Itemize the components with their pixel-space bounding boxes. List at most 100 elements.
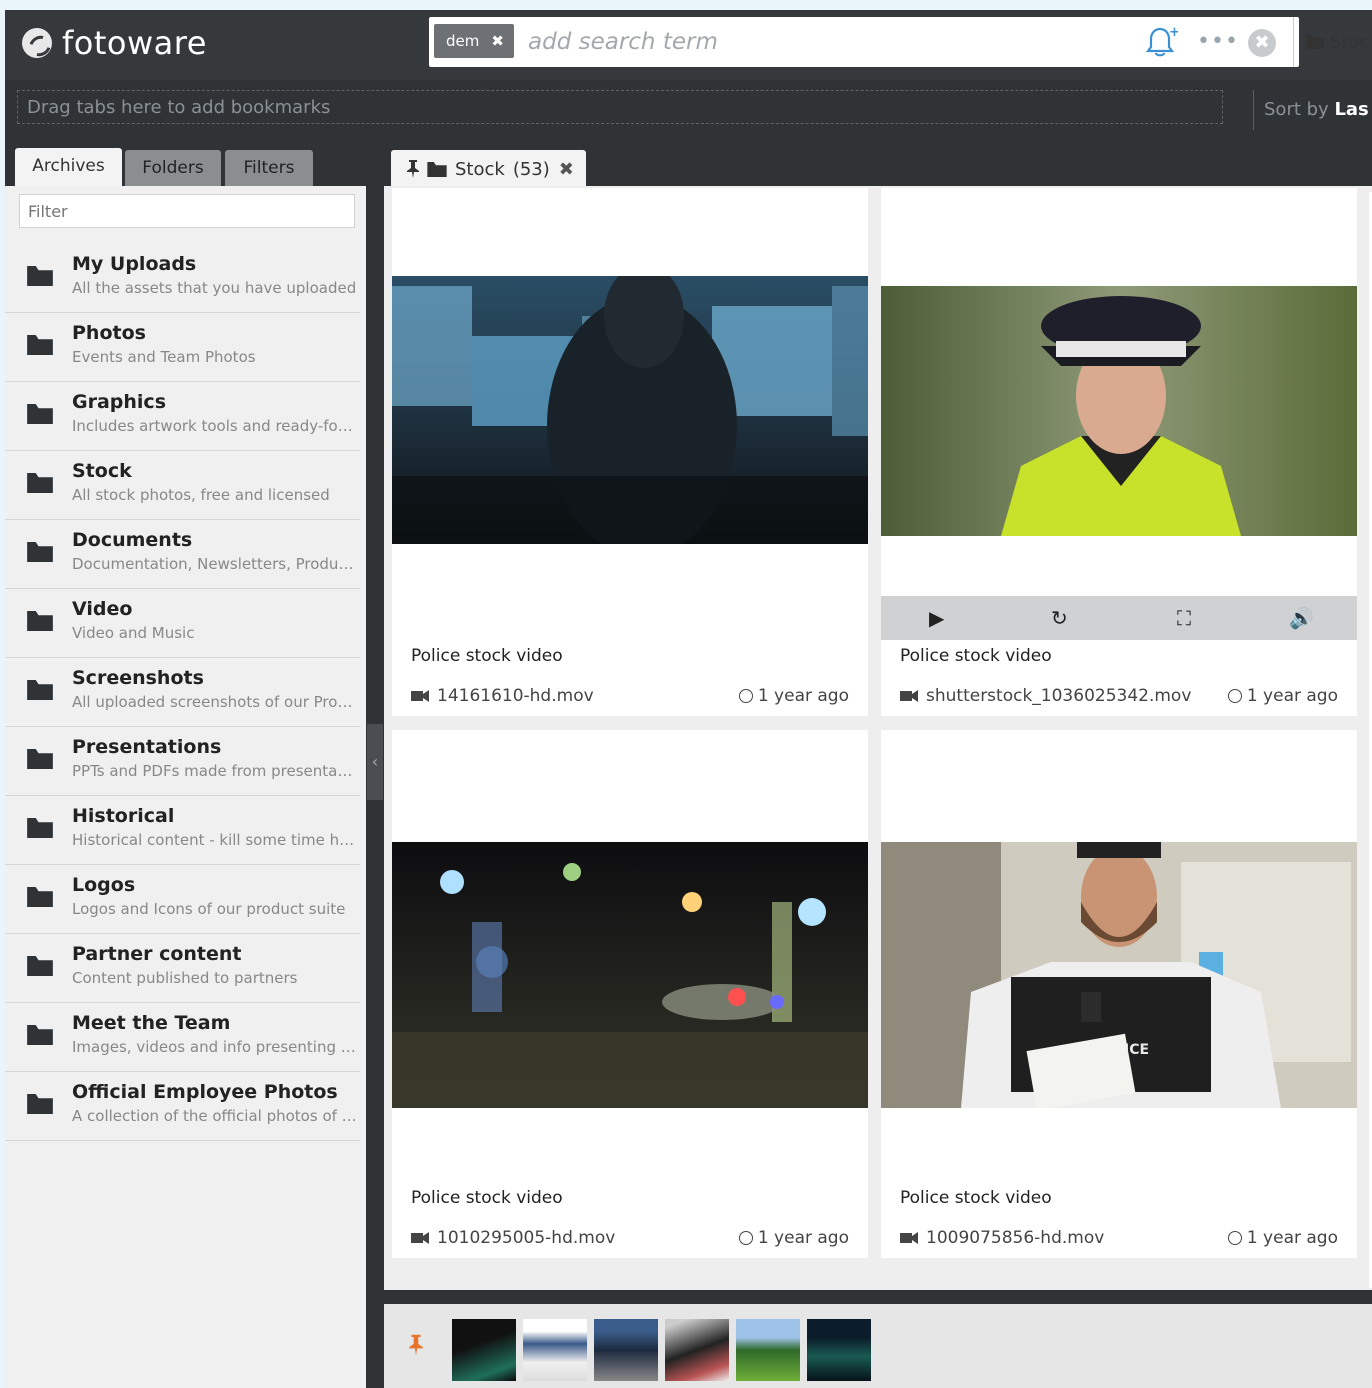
bell-plus-icon[interactable]: + xyxy=(1142,25,1178,59)
archive-item[interactable]: Partner content Content published to part… xyxy=(5,934,360,1003)
asset-time-text: 1 year ago xyxy=(1246,1228,1338,1248)
top-bar: fotoware dem ✖ + ••• ✖ Stoc xyxy=(5,10,1372,80)
bookmarks-dropzone[interactable]: Drag tabs here to add bookmarks xyxy=(17,90,1223,124)
asset-thumbnail[interactable] xyxy=(392,842,868,1108)
volume-icon[interactable]: 🔊 xyxy=(1289,606,1314,630)
archive-name: Official Employee Photos xyxy=(72,1081,338,1103)
tab-folders[interactable]: Folders xyxy=(125,150,221,186)
folder-icon xyxy=(427,161,447,177)
archive-description: Images, videos and info presenting the t… xyxy=(72,1038,357,1056)
lightbox-thumbnail[interactable] xyxy=(665,1319,729,1381)
archive-item[interactable]: Official Employee Photos A collection of … xyxy=(5,1072,360,1141)
search-input[interactable] xyxy=(526,26,1090,58)
asset-card[interactable]: ▶ ↻ ⛶ 🔊 Police stock video shutterstock_… xyxy=(881,188,1357,716)
archive-name: Stock xyxy=(72,460,132,482)
archive-item[interactable]: Screenshots All uploaded screenshots of o… xyxy=(5,658,360,727)
lightbox-thumbnail[interactable] xyxy=(523,1319,587,1381)
archive-name: Historical xyxy=(72,805,175,827)
archive-item[interactable]: Logos Logos and Icons of our product suit… xyxy=(5,865,360,934)
lightbox-thumbnail[interactable] xyxy=(736,1319,800,1381)
lightbox-thumbnail[interactable] xyxy=(807,1319,871,1381)
archive-item[interactable]: Video Video and Music xyxy=(5,589,360,658)
clear-search-icon[interactable]: ✖ xyxy=(1248,29,1276,57)
archive-item[interactable]: My Uploads All the assets that you have u… xyxy=(5,244,360,313)
tab-stock-count: (53) xyxy=(512,158,550,180)
asset-time: 1 year ago xyxy=(1227,1228,1338,1248)
lightbox-strip xyxy=(384,1304,1372,1388)
clock-icon xyxy=(1227,689,1242,703)
archive-item[interactable]: Documents Documentation, Newsletters, Pro… xyxy=(5,520,360,589)
collapse-panel-button[interactable]: ‹ xyxy=(367,724,383,800)
archive-description: Content published to partners xyxy=(72,969,298,987)
search-chip[interactable]: dem ✖ xyxy=(434,24,514,58)
archive-item[interactable]: Historical Historical content - kill some… xyxy=(5,796,360,865)
asset-filename: 14161610-hd.mov xyxy=(411,686,594,706)
pin-icon[interactable] xyxy=(408,1334,424,1361)
video-camera-icon xyxy=(411,1232,429,1244)
asset-thumbnail[interactable]: POLICE xyxy=(881,842,1357,1108)
asset-thumbnail[interactable] xyxy=(881,286,1357,536)
more-options-icon[interactable]: ••• xyxy=(1197,31,1239,53)
asset-card[interactable]: Police stock video 14161610-hd.mov 1 yea… xyxy=(392,188,868,716)
clock-icon xyxy=(1227,1231,1242,1245)
sort-by[interactable]: Sort by Las xyxy=(1253,90,1369,130)
archive-filter-input[interactable] xyxy=(19,194,355,228)
search-scope[interactable]: Stoc xyxy=(1293,17,1369,67)
archive-item[interactable]: Photos Events and Team Photos xyxy=(5,313,360,382)
folder-icon xyxy=(27,749,53,769)
archive-name: Screenshots xyxy=(72,667,204,689)
asset-filename-text: 1010295005-hd.mov xyxy=(437,1228,616,1248)
fotoware-logo[interactable]: fotoware xyxy=(22,23,207,63)
bookmarks-bar: Drag tabs here to add bookmarks Sort by … xyxy=(5,80,1372,146)
folder-icon xyxy=(27,404,53,424)
asset-time-text: 1 year ago xyxy=(757,686,849,706)
archive-item[interactable]: Meet the Team Images, videos and info pre… xyxy=(5,1003,360,1072)
video-player-controls: ▶ ↻ ⛶ 🔊 xyxy=(881,596,1357,640)
archive-description: Historical content - kill some time here xyxy=(72,831,357,849)
sort-by-value: Las xyxy=(1334,99,1369,120)
tab-filters[interactable]: Filters xyxy=(225,150,313,186)
archive-item[interactable]: Graphics Includes artwork tools and ready… xyxy=(5,382,360,451)
lightbox-thumbnail[interactable] xyxy=(594,1319,658,1381)
archive-description: Video and Music xyxy=(72,624,195,642)
asset-card[interactable]: Police stock video 1010295005-hd.mov 1 y… xyxy=(392,730,868,1258)
folder-icon xyxy=(27,266,53,286)
logo-mark-icon xyxy=(22,28,52,58)
archive-description: All the assets that you have uploaded xyxy=(72,279,357,297)
play-icon[interactable]: ▶ xyxy=(929,606,944,630)
tab-archives[interactable]: Archives xyxy=(15,148,122,188)
tab-stock[interactable]: Stock (53) ✖ xyxy=(391,150,586,188)
archive-name: Documents xyxy=(72,529,193,551)
folder-icon xyxy=(1306,35,1324,49)
asset-thumbnail[interactable] xyxy=(392,276,868,544)
pin-icon[interactable] xyxy=(406,160,420,178)
folder-icon xyxy=(27,956,53,976)
loop-icon[interactable]: ↻ xyxy=(1051,606,1068,630)
asset-title[interactable]: Police stock video xyxy=(411,1188,563,1208)
asset-filename-text: 14161610-hd.mov xyxy=(437,686,594,706)
archive-description: Includes artwork tools and ready-for-use… xyxy=(72,417,357,435)
asset-title[interactable]: Police stock video xyxy=(411,646,563,666)
archive-item[interactable]: Stock All stock photos, free and licensed xyxy=(5,451,360,520)
folder-icon xyxy=(27,1025,53,1045)
archive-name: Presentations xyxy=(72,736,222,758)
folder-icon xyxy=(27,818,53,838)
fullscreen-icon[interactable]: ⛶ xyxy=(1177,606,1191,630)
asset-title[interactable]: Police stock video xyxy=(900,1188,1052,1208)
lightbox-thumbnail[interactable] xyxy=(452,1319,516,1381)
archive-description: PPTs and PDFs made from presentations xyxy=(72,762,357,780)
asset-card[interactable]: POLICE Police stock video 1009075856-hd.… xyxy=(881,730,1357,1258)
archive-description: A collection of the official photos of e… xyxy=(72,1107,357,1125)
archive-description: All stock photos, free and licensed xyxy=(72,486,330,504)
archive-list: My Uploads All the assets that you have u… xyxy=(5,244,366,1141)
close-tab-icon[interactable]: ✖ xyxy=(559,159,574,180)
folder-icon xyxy=(27,680,53,700)
archive-item[interactable]: Presentations PPTs and PDFs made from pre… xyxy=(5,727,360,796)
asset-time: 1 year ago xyxy=(738,686,849,706)
left-panel: Archives Folders Filters My Uploads All t… xyxy=(5,146,369,1388)
chip-remove-icon[interactable]: ✖ xyxy=(491,32,504,50)
search-bar: dem ✖ + ••• ✖ Stoc xyxy=(429,17,1369,67)
archives-panel: My Uploads All the assets that you have u… xyxy=(5,186,366,1388)
asset-title[interactable]: Police stock video xyxy=(900,646,1052,666)
video-camera-icon xyxy=(900,690,918,702)
